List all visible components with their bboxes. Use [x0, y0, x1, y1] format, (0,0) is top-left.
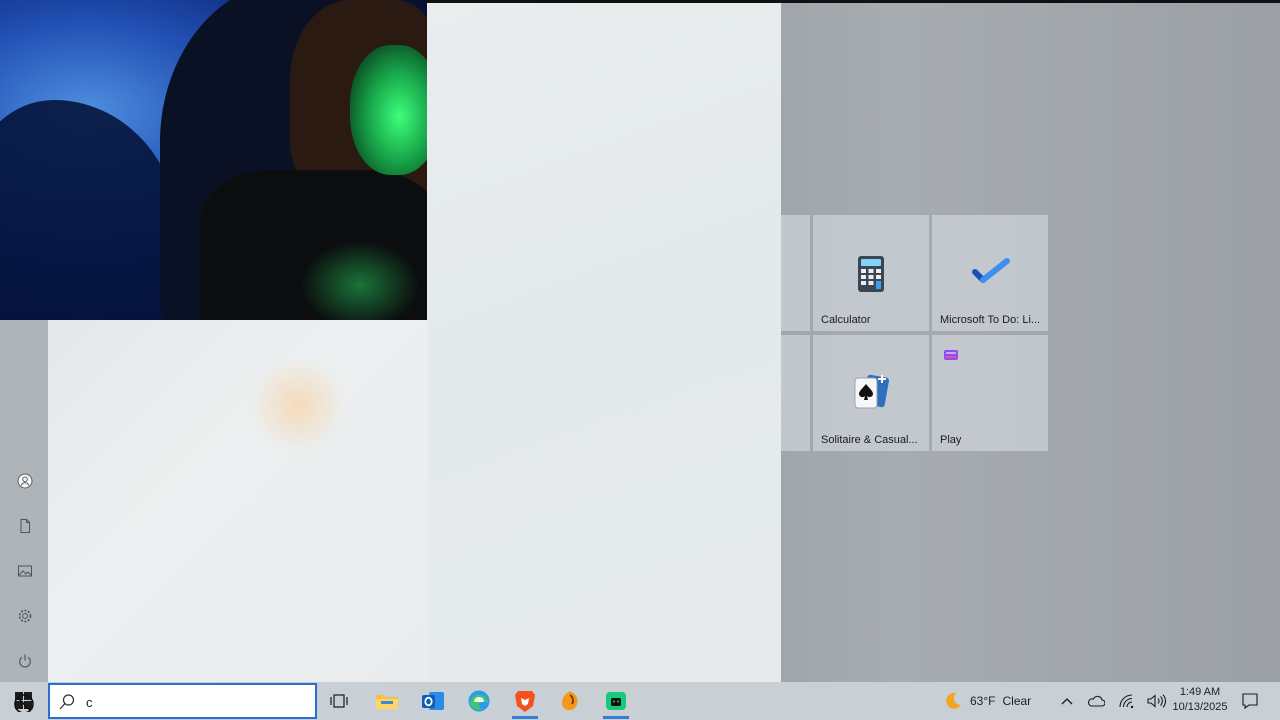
- clock-time: 1:49 AM: [1179, 686, 1221, 698]
- pictures-icon[interactable]: [14, 560, 36, 582]
- play-folder-icon: [944, 348, 958, 366]
- tile-solitaire[interactable]: Solitaire & Casual...: [813, 335, 929, 451]
- start-menu-rail: [0, 320, 48, 682]
- windows-logo-icon: [14, 692, 34, 712]
- search-box[interactable]: [48, 683, 317, 719]
- background-glow: [248, 360, 348, 450]
- tile-label: Solitaire & Casual...: [821, 434, 918, 446]
- wifi-icon[interactable]: [1114, 688, 1140, 714]
- tile-label: Calculator: [821, 314, 871, 326]
- fl-studio-icon[interactable]: [557, 688, 583, 714]
- power-icon[interactable]: [14, 650, 36, 672]
- edge-icon[interactable]: [466, 688, 492, 714]
- search-input[interactable]: [86, 691, 306, 713]
- calculator-icon: [855, 255, 887, 298]
- tile-label: Play: [940, 434, 962, 446]
- start-menu-app-list: [48, 320, 428, 682]
- android-app-icon[interactable]: [603, 688, 629, 714]
- volume-icon[interactable]: [1143, 688, 1169, 714]
- user-icon[interactable]: [14, 470, 36, 492]
- todo-check-icon: [972, 257, 1010, 292]
- weather-temp: 63°F: [970, 694, 996, 708]
- solitaire-icon: [851, 373, 891, 416]
- search-icon: [59, 694, 75, 710]
- onedrive-icon[interactable]: [1083, 688, 1109, 714]
- clock[interactable]: 1:49 AM 10/13/2025: [1170, 685, 1230, 715]
- tile-calculator[interactable]: Calculator: [813, 215, 929, 331]
- weather-widget[interactable]: 63°F Clear: [943, 682, 1043, 720]
- weather-condition: Clear: [1002, 694, 1032, 708]
- webcam-overlay: [0, 0, 427, 320]
- tile-play-folder[interactable]: Play: [932, 335, 1048, 451]
- start-button[interactable]: [0, 682, 48, 720]
- outlook-icon[interactable]: [420, 688, 446, 714]
- tile-partial-bottom[interactable]: [781, 335, 810, 451]
- documents-icon[interactable]: [14, 515, 36, 537]
- active-indicator: [603, 716, 629, 719]
- settings-icon[interactable]: [14, 605, 36, 627]
- tile-partial-top[interactable]: [781, 215, 810, 331]
- tile-label: Microsoft To Do: Li...: [940, 314, 1041, 326]
- task-view-icon[interactable]: [327, 688, 353, 714]
- tile-microsoft-todo[interactable]: Microsoft To Do: Li...: [932, 215, 1048, 331]
- brave-icon[interactable]: [512, 688, 538, 714]
- moon-icon: [946, 692, 961, 709]
- start-menu-pinned-area: [427, 3, 781, 682]
- clock-date: 10/13/2025: [1172, 701, 1228, 713]
- active-indicator: [512, 716, 538, 719]
- chevron-up-icon[interactable]: [1054, 688, 1080, 714]
- notifications-icon[interactable]: [1237, 688, 1263, 714]
- file-explorer-icon[interactable]: [374, 688, 400, 714]
